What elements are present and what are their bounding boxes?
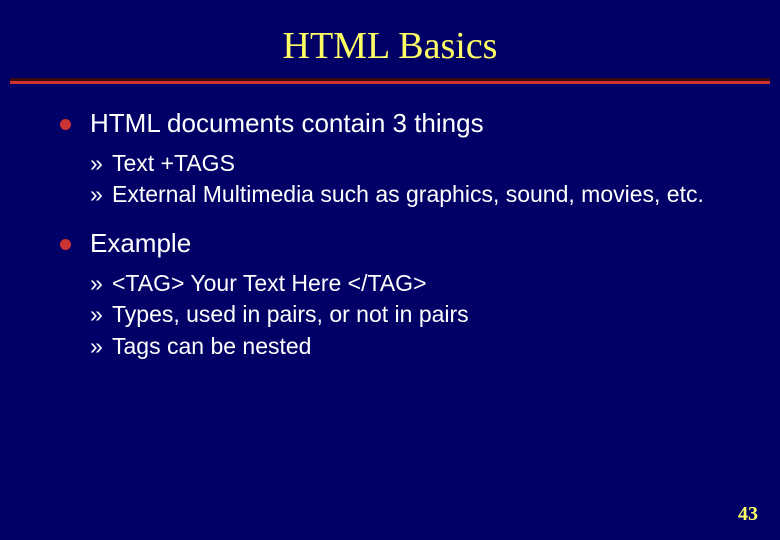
slide-title: HTML Basics — [0, 0, 780, 78]
bullet-text: HTML documents contain 3 things — [90, 108, 484, 138]
chevron-right-icon: » — [90, 332, 103, 361]
bullet-item: HTML documents contain 3 things — [54, 108, 740, 139]
divider-line — [10, 78, 770, 84]
slide-content: HTML documents contain 3 things » Text +… — [0, 108, 780, 361]
sub-list: » <TAG> Your Text Here </TAG> » Types, u… — [54, 269, 740, 361]
bullet-dot-icon — [60, 119, 71, 130]
chevron-right-icon: » — [90, 269, 103, 298]
bullet-text: Example — [90, 228, 191, 258]
sub-bullet-text: <TAG> Your Text Here </TAG> — [112, 270, 427, 296]
sub-bullet-item: » External Multimedia such as graphics, … — [90, 180, 740, 209]
sub-bullet-text: Types, used in pairs, or not in pairs — [112, 301, 469, 327]
sub-bullet-item: » Tags can be nested — [90, 332, 740, 361]
sub-bullet-text: Text +TAGS — [112, 150, 235, 176]
sub-bullet-item: » <TAG> Your Text Here </TAG> — [90, 269, 740, 298]
sub-bullet-item: » Text +TAGS — [90, 149, 740, 178]
chevron-right-icon: » — [90, 180, 103, 209]
slide: HTML Basics HTML documents contain 3 thi… — [0, 0, 780, 540]
chevron-right-icon: » — [90, 300, 103, 329]
chevron-right-icon: » — [90, 149, 103, 178]
page-number: 43 — [738, 503, 758, 526]
sub-bullet-text: External Multimedia such as graphics, so… — [112, 181, 704, 207]
sub-list: » Text +TAGS » External Multimedia such … — [54, 149, 740, 210]
sub-bullet-item: » Types, used in pairs, or not in pairs — [90, 300, 740, 329]
bullet-dot-icon — [60, 239, 71, 250]
bullet-item: Example — [54, 228, 740, 259]
sub-bullet-text: Tags can be nested — [112, 333, 311, 359]
